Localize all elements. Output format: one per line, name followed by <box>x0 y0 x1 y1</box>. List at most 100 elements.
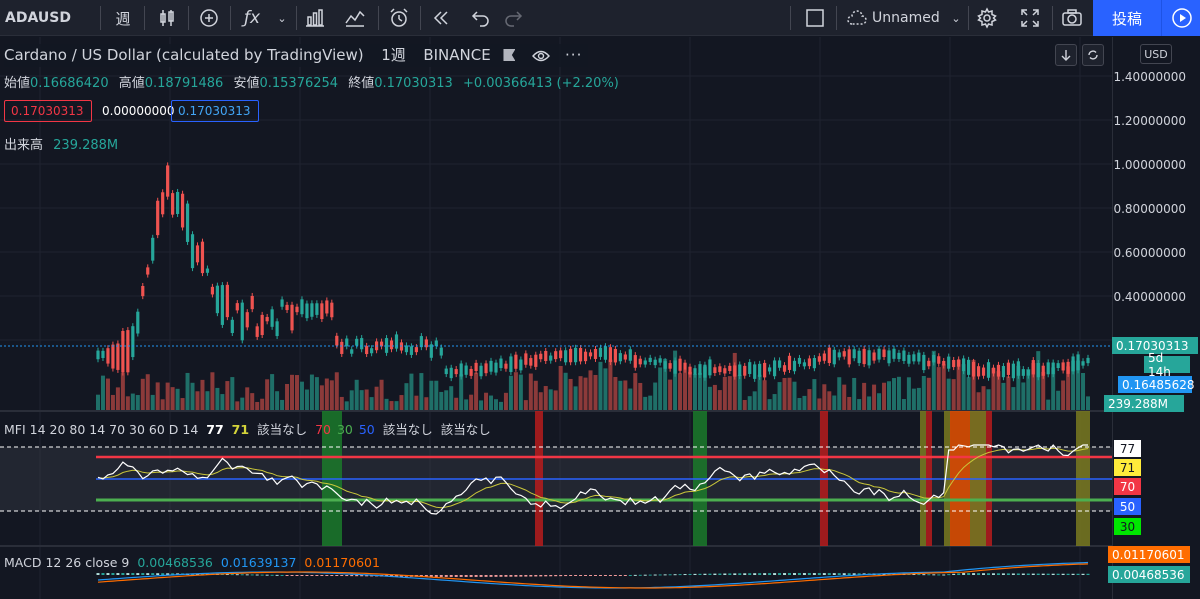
macd-histogram-bar <box>613 575 617 576</box>
macd-histogram-bar <box>733 573 737 575</box>
candle <box>524 353 528 365</box>
volume-bar <box>832 395 837 410</box>
macd-histogram-bar <box>937 574 941 576</box>
indicators-fx-icon[interactable]: ƒx <box>238 0 266 36</box>
add-indicator-icon[interactable] <box>194 0 224 36</box>
volume-bar <box>583 377 588 410</box>
publish-button[interactable]: 投稿 <box>1093 0 1161 36</box>
candle <box>494 362 498 373</box>
more-options-icon[interactable]: ··· <box>565 46 582 64</box>
expand-icon[interactable] <box>1015 0 1045 36</box>
candle <box>310 303 314 317</box>
candle <box>459 363 463 377</box>
macd-histogram-bar <box>977 573 981 575</box>
cloud-icon[interactable] <box>842 0 872 36</box>
replay-rewind-icon[interactable] <box>426 0 456 36</box>
volume-bar <box>1086 396 1090 410</box>
volume-bar <box>364 389 369 410</box>
alarm-clock-icon[interactable] <box>384 0 414 36</box>
symbol-search-button[interactable]: ADAUSD <box>5 0 71 36</box>
ma-value-tag: 0.16485628 <box>1118 376 1195 393</box>
candle <box>758 363 762 377</box>
volume-bar <box>688 371 693 410</box>
volume-bar <box>737 374 742 410</box>
macd-histogram-bar <box>96 573 100 575</box>
volume-bar <box>643 396 648 410</box>
macd-histogram-bar <box>474 575 478 577</box>
volume-bar <box>678 373 683 410</box>
toolbar-divider <box>296 6 297 30</box>
macd-hist-tag: 0.00468536 <box>1108 566 1190 583</box>
volume-bar <box>255 401 260 410</box>
volume-bar <box>593 374 598 410</box>
candle <box>195 245 200 263</box>
compare-chart-icon[interactable] <box>340 0 370 36</box>
volume-bar <box>275 391 280 410</box>
candle <box>1061 362 1065 371</box>
volume-bar <box>767 399 772 410</box>
mfi-title[interactable]: MFI 14 20 80 14 70 30 60 D 14 <box>4 422 198 437</box>
candle <box>330 302 334 318</box>
macd-title[interactable]: MACD 12 26 close 9 <box>4 555 129 570</box>
macd-histogram-bar <box>738 573 742 575</box>
layout-name[interactable]: Unnamed <box>872 0 942 36</box>
macd-histogram-bar <box>106 573 110 575</box>
candle <box>942 360 946 366</box>
macd-histogram-bar <box>151 573 155 575</box>
macd-histogram-bar <box>340 575 344 576</box>
macd-histogram-bar <box>156 573 160 575</box>
mfi-tag-77: 77 <box>1114 440 1141 457</box>
eye-icon[interactable] <box>532 49 551 67</box>
currency-button[interactable]: USD <box>1140 44 1172 64</box>
macd-histogram-bar <box>1051 573 1055 575</box>
volume-bar <box>882 382 887 410</box>
volume-bar <box>434 380 439 410</box>
candle <box>573 347 578 363</box>
price-axis-label: 0.40000000 <box>1113 290 1186 304</box>
interval-button[interactable]: 週 <box>108 0 138 36</box>
volume-bar <box>265 379 270 410</box>
toolbar-divider <box>144 6 145 30</box>
camera-icon[interactable] <box>1057 0 1087 36</box>
scroll-down-button[interactable] <box>1055 44 1077 66</box>
macd-histogram-bar <box>146 573 150 575</box>
macd-histogram-bar <box>514 575 518 577</box>
value-box-red: 0.17030313 <box>4 100 92 122</box>
chevron-down-icon[interactable]: ⌄ <box>946 0 966 36</box>
candle <box>957 359 961 367</box>
candle <box>753 364 757 379</box>
candle <box>852 349 856 359</box>
redo-icon[interactable] <box>498 0 528 36</box>
toolbar-divider <box>100 6 101 30</box>
fullscreen-square-icon[interactable] <box>800 0 830 36</box>
macd-histogram-bar <box>519 575 523 577</box>
undo-icon[interactable] <box>466 0 496 36</box>
volume-bar <box>270 374 275 410</box>
gear-icon[interactable] <box>972 0 1002 36</box>
candle <box>360 338 364 350</box>
volume-bar <box>638 382 643 410</box>
play-icon[interactable] <box>1161 0 1200 36</box>
candles-icon[interactable] <box>152 0 182 36</box>
macd-histogram-bar <box>524 575 528 577</box>
volume-bar <box>334 372 339 410</box>
flag-icon[interactable] <box>503 49 516 61</box>
macd-histogram-bar <box>648 574 652 576</box>
macd-histogram-bar <box>792 573 796 575</box>
macd-histogram-bar <box>1061 573 1065 575</box>
volume-bar <box>578 376 583 410</box>
volume-bar <box>668 379 673 410</box>
mfi-signal-value: 71 <box>231 422 250 437</box>
macd-histogram-bar <box>847 573 851 575</box>
chevron-down-icon[interactable]: ⌄ <box>272 0 292 36</box>
volume-bar <box>120 372 125 410</box>
macd-histogram-bar <box>589 575 593 576</box>
volume-bar <box>847 396 852 410</box>
auto-scale-button[interactable] <box>1082 44 1104 66</box>
volume-bar <box>538 392 543 410</box>
bar-chart-icon[interactable] <box>300 0 330 36</box>
symbol-description[interactable]: Cardano / US Dollar (calculated by Tradi… <box>4 46 364 64</box>
macd-histogram-bar <box>758 573 762 575</box>
value-box-white: 0.00000000 <box>102 104 175 118</box>
volume-bar <box>877 393 882 410</box>
